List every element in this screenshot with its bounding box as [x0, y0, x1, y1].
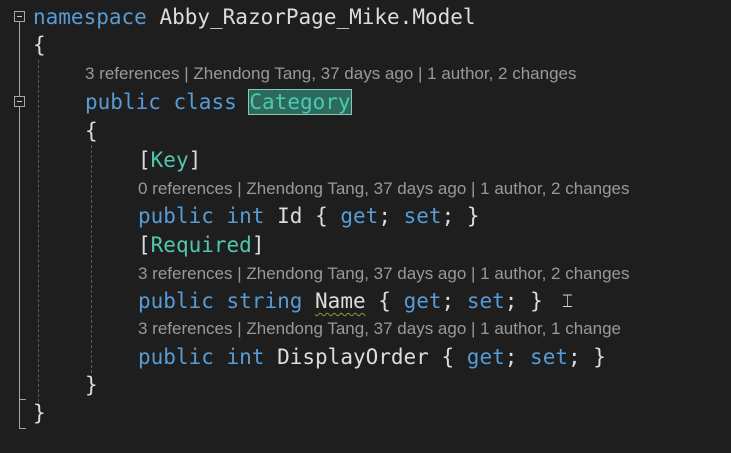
attribute-required: Required: [150, 233, 252, 257]
attribute-key: Key: [150, 148, 189, 172]
indent-guide-namespace: [38, 60, 39, 402]
accessor-close-brace: }: [593, 345, 606, 369]
keyword-set: set: [466, 289, 505, 313]
attribute-bracket-open: [: [138, 148, 151, 172]
codelens-class[interactable]: 3 references | Zhendong Tang, 37 days ag…: [85, 63, 576, 85]
code-line-class-open-brace: {: [85, 117, 98, 145]
code-line-class-declaration: public class Category: [85, 88, 352, 116]
code-editor[interactable]: namespace Abby_RazorPage_Mike.Model { 3 …: [0, 0, 731, 453]
code-line-property-name: public string Name { get; set; }: [138, 287, 543, 315]
code-line-attribute-key: [Key]: [138, 146, 201, 174]
keyword-get: get: [403, 289, 442, 313]
text-cursor-icon: ⌶: [562, 291, 573, 312]
fold-end-namespace: [19, 428, 26, 429]
property-name-display-order: DisplayOrder: [277, 345, 429, 369]
codelens-id[interactable]: 0 references | Zhendong Tang, 37 days ag…: [138, 178, 629, 200]
keyword-public: public: [138, 289, 214, 313]
keyword-namespace: namespace: [33, 5, 147, 29]
type-string: string: [226, 289, 303, 313]
namespace-close-brace: }: [33, 401, 46, 425]
semicolon: ;: [504, 289, 518, 313]
type-int: int: [226, 345, 265, 369]
semicolon: ;: [441, 289, 455, 313]
code-line-property-display-order: public int DisplayOrder { get; set; }: [138, 343, 606, 371]
keyword-public-class: public: [85, 90, 161, 114]
semicolon: ;: [378, 204, 391, 228]
attribute-bracket-close: ]: [188, 148, 202, 172]
class-name-category-highlighted[interactable]: Category: [248, 89, 352, 115]
code-line-attribute-required: [Required]: [138, 231, 264, 259]
semicolon: ;: [504, 345, 518, 369]
keyword-get: get: [340, 204, 379, 228]
semicolon: ;: [567, 345, 581, 369]
codelens-display-order[interactable]: 3 references | Zhendong Tang, 37 days ag…: [138, 318, 621, 340]
keyword-public: public: [138, 345, 214, 369]
keyword-class: class: [173, 90, 237, 114]
code-line-class-close-brace: }: [85, 371, 98, 399]
accessor-close-brace: }: [530, 289, 543, 313]
attribute-bracket-open: [: [138, 233, 151, 257]
codelens-name[interactable]: 3 references | Zhendong Tang, 37 days ag…: [138, 263, 629, 285]
property-name-name-warning[interactable]: Name: [315, 289, 366, 313]
code-line-namespace: namespace Abby_RazorPage_Mike.Model: [33, 3, 476, 31]
fold-line-class: [19, 107, 20, 399]
type-int: int: [226, 204, 265, 228]
keyword-public: public: [138, 204, 214, 228]
class-close-brace: }: [85, 373, 98, 397]
collapse-icon-class[interactable]: [14, 96, 25, 107]
accessor-open-brace: {: [378, 289, 391, 313]
attribute-bracket-close: ]: [251, 233, 265, 257]
namespace-name: Abby_RazorPage_Mike.Model: [159, 5, 476, 29]
code-line-namespace-close-brace: }: [33, 399, 46, 427]
keyword-set: set: [530, 345, 568, 369]
keyword-set: set: [403, 204, 442, 228]
code-line-namespace-open-brace: {: [33, 31, 46, 59]
property-name-id: Id: [277, 204, 303, 228]
accessor-open-brace: {: [441, 345, 455, 369]
class-open-brace: {: [85, 119, 98, 143]
collapse-icon-namespace[interactable]: [14, 11, 25, 22]
fold-end-class: [19, 399, 26, 400]
namespace-open-brace: {: [33, 33, 46, 57]
keyword-get: get: [466, 345, 505, 369]
indent-guide-class: [91, 145, 92, 373]
code-line-property-id: public int Id { get; set; }: [138, 202, 480, 230]
semicolon: ;: [441, 204, 455, 228]
accessor-open-brace: {: [315, 204, 328, 228]
accessor-close-brace: }: [466, 204, 480, 228]
